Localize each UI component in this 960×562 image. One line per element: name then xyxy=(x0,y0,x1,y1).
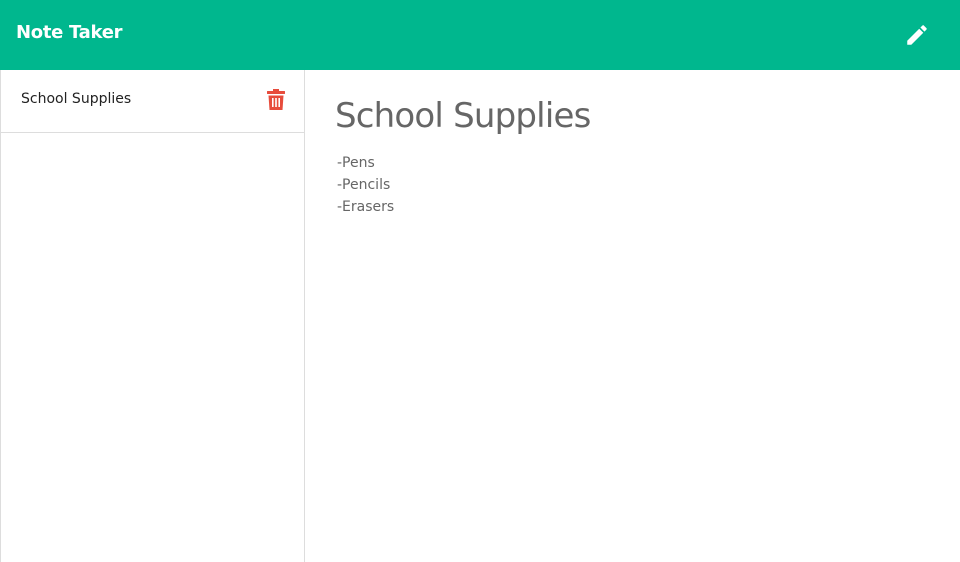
note-title-input[interactable] xyxy=(335,92,930,140)
delete-note-button[interactable] xyxy=(263,87,289,113)
app-title[interactable]: Note Taker xyxy=(16,22,122,43)
note-list-item[interactable]: School Supplies xyxy=(1,70,305,133)
note-editor: -Pens -Pencils -Erasers xyxy=(305,70,960,562)
note-list-item-title: School Supplies xyxy=(21,91,132,107)
notes-sidebar: School Supplies xyxy=(0,70,305,562)
trash-icon xyxy=(267,89,285,110)
pencil-icon xyxy=(907,25,927,45)
note-text-area[interactable]: -Pens -Pencils -Erasers xyxy=(337,152,927,532)
navbar: Note Taker xyxy=(0,0,960,70)
new-note-button[interactable] xyxy=(896,15,938,55)
